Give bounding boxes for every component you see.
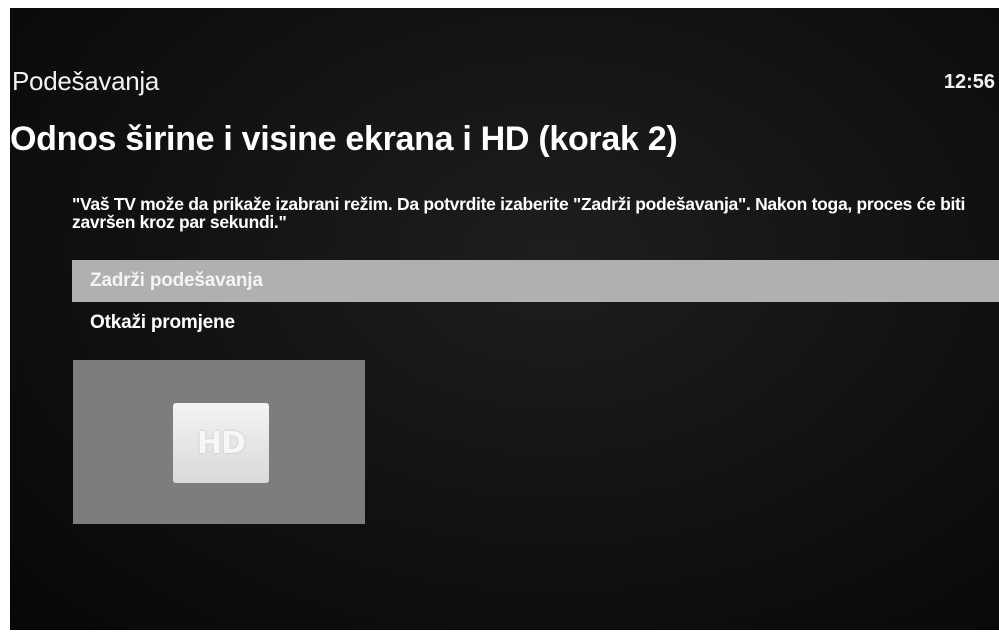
preview-panel: HD <box>73 360 365 524</box>
photo-frame: Podešavanja 12:56 Odnos širine i visine … <box>0 0 999 637</box>
confirmation-message: "Vaš TV može da prikaže izabrani režim. … <box>72 194 966 232</box>
page-heading: Odnos širine i visine ekrana i HD (korak… <box>10 120 678 158</box>
clock: 12:56 <box>943 71 995 93</box>
keep-settings-label: Zadrži podešavanja <box>90 270 263 291</box>
hd-badge-label: HD <box>196 425 246 461</box>
keep-settings-option[interactable]: Zadrži podešavanja <box>72 260 999 302</box>
tv-screen: Podešavanja 12:56 Odnos širine i visine … <box>10 8 999 630</box>
options-menu: Zadrži podešavanja Otkaži promjene <box>72 260 999 344</box>
hd-icon: HD <box>173 403 269 483</box>
cancel-changes-label: Otkaži promjene <box>90 312 235 333</box>
cancel-changes-option[interactable]: Otkaži promjene <box>72 302 999 344</box>
section-title: Podešavanja <box>12 66 160 96</box>
